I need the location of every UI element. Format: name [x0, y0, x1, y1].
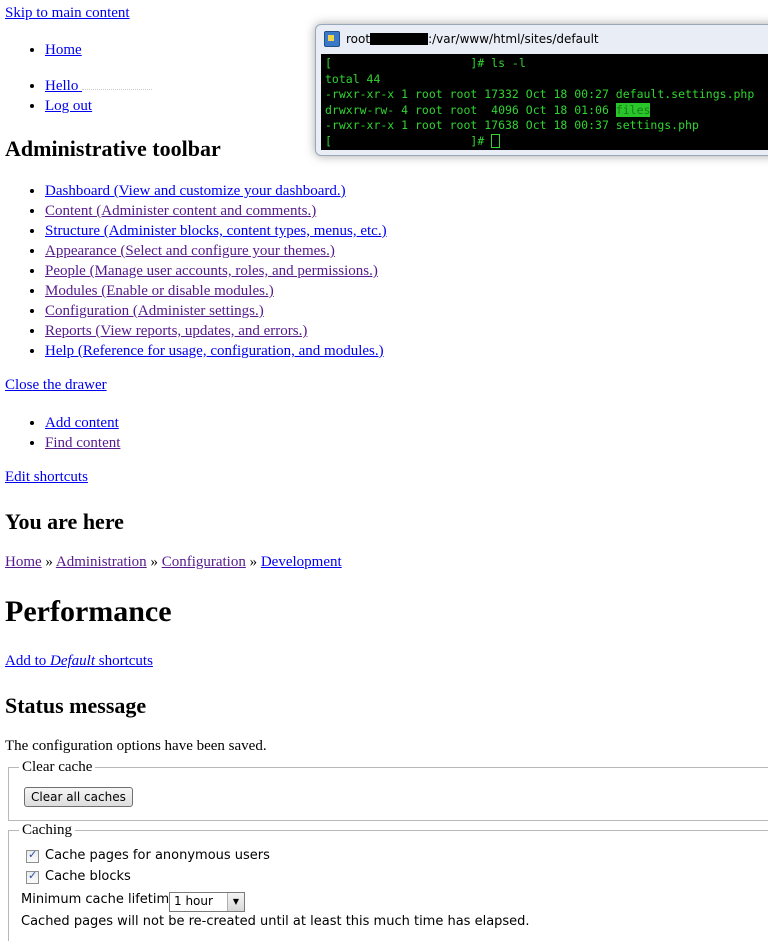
status-heading: Status message [5, 693, 147, 718]
admin-menu-item: Configuration (Administer settings.) [45, 301, 545, 321]
breadcrumb-development[interactable]: Development [261, 554, 342, 570]
admin-menu-item: Content (Administer content and comments… [45, 201, 545, 221]
breadcrumb-separator: » [150, 554, 158, 570]
terminal-prompt-line: [ ]# ls -l [325, 56, 526, 70]
min-cache-lifetime-description: Cached pages will not be re-created unti… [21, 914, 530, 929]
terminal-row-meta: drwxrw-rw- 4 root root 4096 Oct 18 01:06 [325, 102, 616, 117]
skip-to-main-link[interactable]: Skip to main content [5, 5, 130, 22]
admin-menu-item: Modules (Enable or disable modules.) [45, 281, 545, 301]
status-message: The configuration options have been save… [5, 738, 267, 754]
menu-link-reports[interactable]: Reports (View reports, updates, and erro… [45, 323, 307, 339]
admin-toolbar-menu: Dashboard (View and customize your dashb… [5, 181, 545, 361]
menu-link-content[interactable]: Content (Administer content and comments… [45, 203, 316, 219]
cache-anon-checkbox[interactable] [26, 848, 39, 863]
shortcuts-menu: Add content Find content [5, 413, 345, 453]
home-menu: Home [5, 40, 345, 60]
shortcut-item: Add content [45, 413, 345, 433]
breadcrumb-separator: » [249, 554, 258, 570]
terminal-cursor [491, 134, 501, 148]
admin-menu-item: Reports (View reports, updates, and erro… [45, 321, 545, 341]
edit-shortcuts-link[interactable]: Edit shortcuts [5, 469, 88, 486]
logout-menu-item: Log out [45, 96, 345, 116]
clear-cache-fieldset: Clear cache Clear all caches [8, 759, 768, 821]
add-to-prefix: Add to [5, 653, 50, 669]
caching-fieldset: Caching Cache pages for anonymous users … [8, 822, 768, 941]
redacted-username [82, 77, 153, 90]
caching-legend: Caching [19, 822, 75, 839]
admin-menu-item: People (Manage user accounts, roles, and… [45, 261, 545, 281]
admin-menu-item: Help (Reference for usage, configuration… [45, 341, 545, 361]
menu-link-modules[interactable]: Modules (Enable or disable modules.) [45, 283, 274, 299]
hello-menu-item: Hello [45, 76, 345, 96]
min-cache-lifetime-label: Minimum cache lifetime [21, 892, 178, 907]
breadcrumb-separator: » [45, 554, 53, 570]
terminal-window[interactable]: root :/var/www/html/sites/default [ ]# l… [315, 24, 768, 156]
admin-toolbar-heading: Administrative toolbar [5, 136, 221, 161]
add-to-suffix: shortcuts [95, 653, 153, 669]
shortcut-item: Find content [45, 433, 345, 453]
terminal-row-meta: -rwxr-xr-x 1 root root 17332 Oct 18 00:2… [325, 87, 616, 101]
menu-link-structure[interactable]: Structure (Administer blocks, content ty… [45, 223, 387, 239]
terminal-dir-name: files [615, 102, 651, 117]
breadcrumb-configuration[interactable]: Configuration [162, 554, 246, 570]
admin-menu-item: Structure (Administer blocks, content ty… [45, 221, 545, 241]
terminal-row-meta: -rwxr-xr-x 1 root root 17638 Oct 18 00:3… [325, 118, 616, 132]
terminal-total-line: total 44 [325, 71, 381, 86]
breadcrumb-heading: You are here [5, 509, 124, 534]
add-to-shortcuts-link[interactable]: Add to Default shortcuts [5, 653, 153, 670]
home-menu-item: Home [45, 40, 345, 60]
shortcut-add-content[interactable]: Add content [45, 415, 119, 431]
clear-cache-legend: Clear cache [19, 759, 96, 776]
breadcrumb-home[interactable]: Home [5, 554, 42, 570]
admin-menu-item: Appearance (Select and configure your th… [45, 241, 545, 261]
terminal-output[interactable]: [ ]# ls -l total 44 -rwxr-xr-x 1 root ro… [321, 54, 768, 150]
terminal-titlebar[interactable]: root :/var/www/html/sites/default [316, 25, 768, 53]
chevron-down-icon[interactable]: ▼ [227, 893, 244, 911]
menu-link-help[interactable]: Help (Reference for usage, configuration… [45, 343, 384, 359]
home-link[interactable]: Home [45, 42, 82, 58]
min-cache-lifetime-value: 1 hour [174, 894, 213, 908]
cache-blocks-checkbox[interactable] [26, 869, 39, 884]
admin-menu-item: Dashboard (View and customize your dashb… [45, 181, 545, 201]
putty-icon [324, 31, 340, 47]
terminal-title-user: root [346, 32, 371, 46]
menu-link-dashboard[interactable]: Dashboard (View and customize your dashb… [45, 183, 346, 199]
menu-link-configuration[interactable]: Configuration (Administer settings.) [45, 303, 264, 319]
menu-link-people[interactable]: People (Manage user accounts, roles, and… [45, 263, 378, 279]
clear-all-caches-button[interactable]: Clear all caches [24, 787, 133, 807]
terminal-file-name: settings.php [615, 118, 699, 132]
logout-link[interactable]: Log out [45, 98, 92, 114]
shortcut-set-name: Default [50, 653, 95, 669]
hello-label: Hello [45, 78, 79, 94]
terminal-prompt-line: [ ]# [325, 133, 492, 148]
user-menu: Hello Log out [5, 76, 345, 116]
terminal-title-path: :/var/www/html/sites/default [428, 32, 599, 46]
page-title: Performance [5, 595, 172, 628]
breadcrumb: Home » Administration » Configuration » … [5, 554, 342, 571]
hello-user-link[interactable]: Hello [45, 77, 153, 94]
min-cache-lifetime-select[interactable]: 1 hour ▼ [169, 892, 245, 912]
close-drawer-link[interactable]: Close the drawer [5, 377, 107, 394]
terminal-file-name: default.settings.php [615, 87, 755, 101]
shortcut-find-content[interactable]: Find content [45, 435, 120, 451]
cache-anon-label: Cache pages for anonymous users [45, 848, 270, 863]
redacted-hostname [370, 33, 429, 45]
cache-blocks-label: Cache blocks [45, 869, 131, 884]
breadcrumb-administration[interactable]: Administration [56, 554, 147, 570]
menu-link-appearance[interactable]: Appearance (Select and configure your th… [45, 243, 335, 259]
